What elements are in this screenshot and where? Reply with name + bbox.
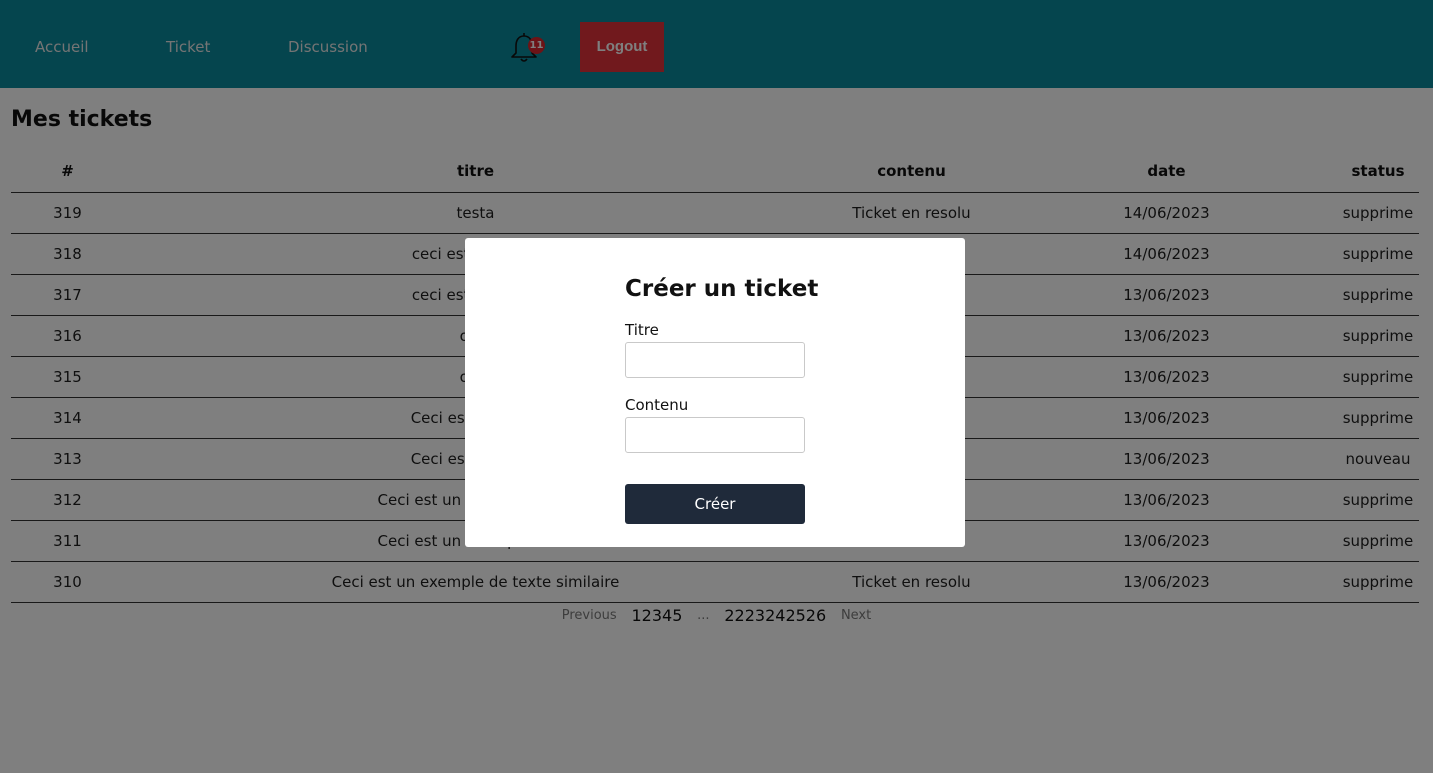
titre-label: Titre [625, 321, 659, 339]
contenu-input[interactable] [625, 417, 805, 453]
contenu-label: Contenu [625, 396, 689, 414]
titre-input[interactable] [625, 342, 805, 378]
modal-title: Créer un ticket [625, 276, 819, 302]
create-ticket-modal: Créer un ticket Titre Contenu Créer [465, 238, 965, 547]
create-ticket-button[interactable]: Créer [625, 484, 805, 524]
page: Accueil Ticket Discussion 11 Logout Mes … [0, 0, 1433, 773]
